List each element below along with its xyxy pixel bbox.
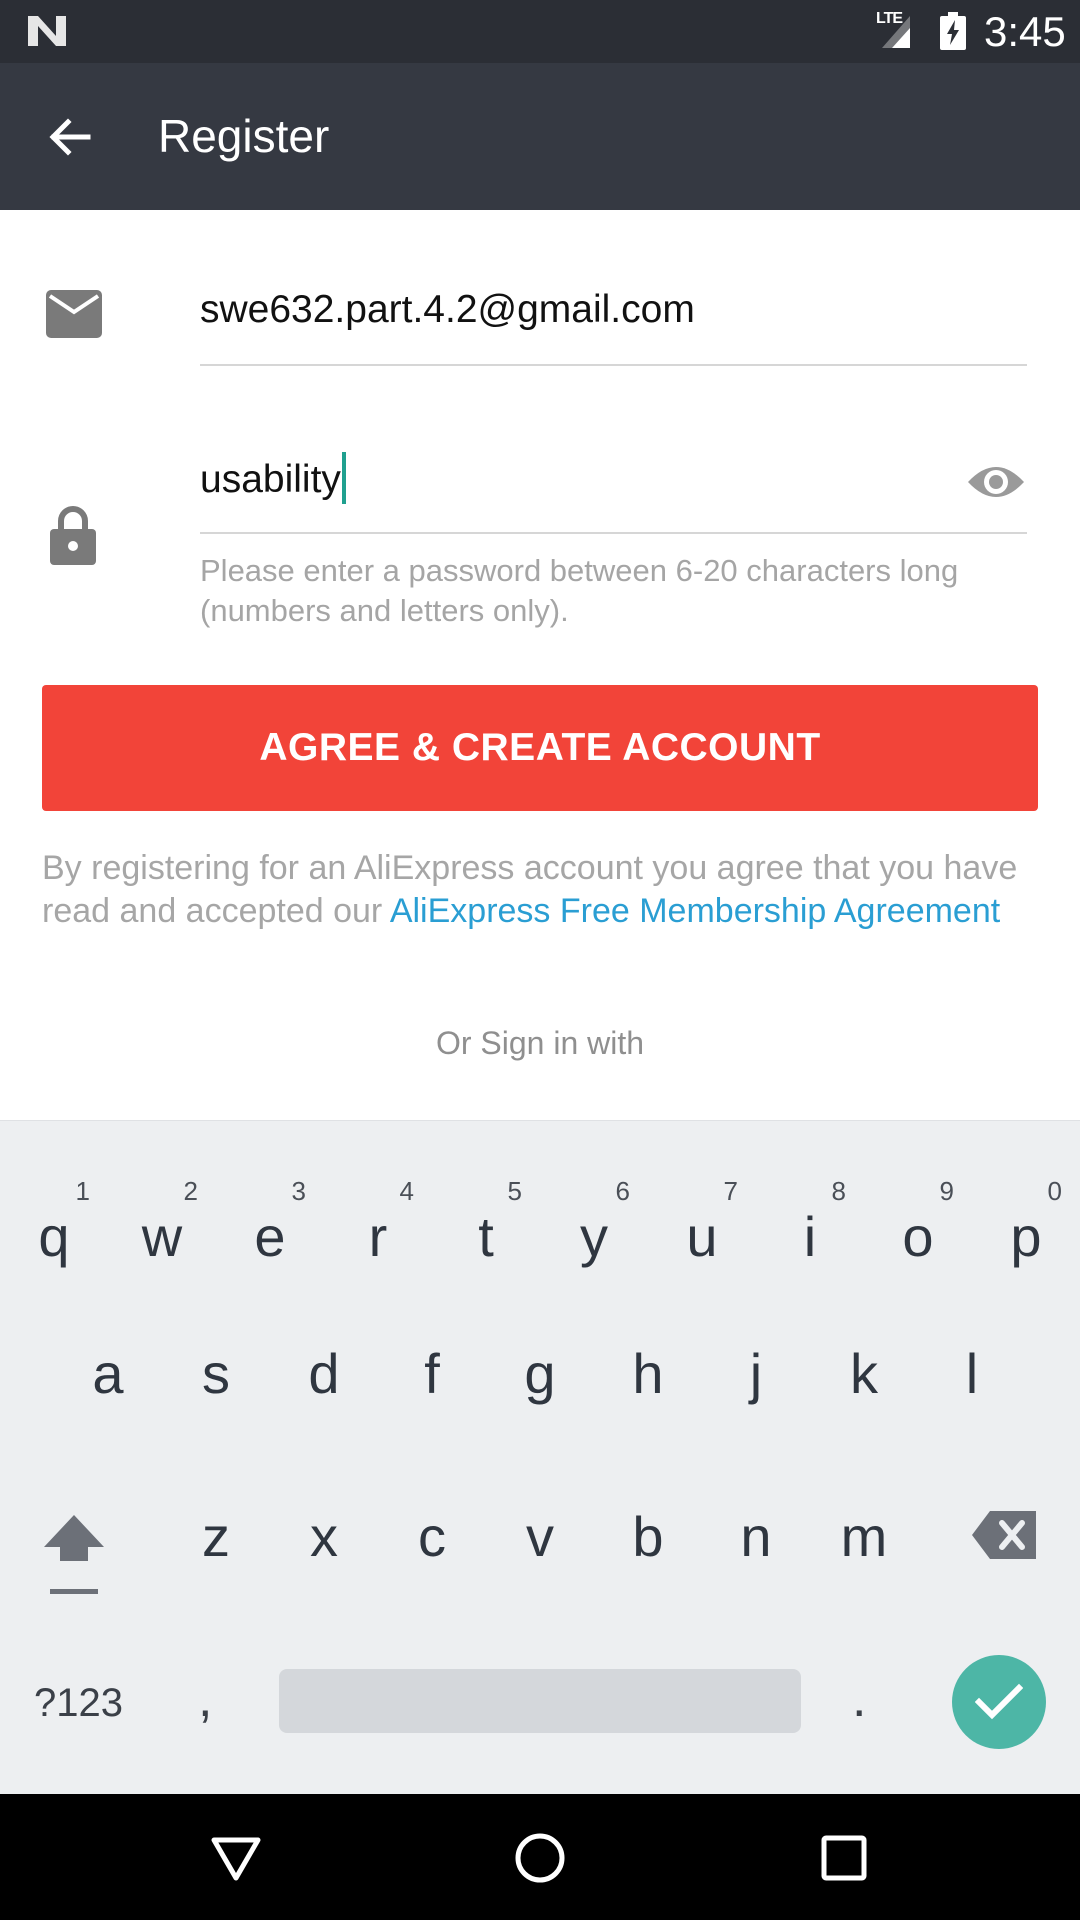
key-number-hint: 2 xyxy=(183,1176,198,1206)
key-number-hint: 6 xyxy=(615,1176,630,1206)
check-icon xyxy=(975,1683,1023,1720)
enter-key[interactable] xyxy=(952,1655,1046,1749)
key-p[interactable]: 0p xyxy=(972,1176,1080,1286)
key-number-hint: 7 xyxy=(723,1176,738,1206)
key-letter: i xyxy=(803,1205,817,1268)
key-d[interactable]: d xyxy=(270,1341,378,1406)
key-o[interactable]: 9o xyxy=(864,1176,972,1286)
key-letter: r xyxy=(368,1205,388,1268)
nav-home-icon[interactable] xyxy=(510,1828,570,1888)
key-e[interactable]: 3e xyxy=(216,1176,324,1286)
arrow-back-icon[interactable] xyxy=(44,111,96,163)
key-number-hint: 9 xyxy=(939,1176,954,1206)
key-number-hint: 0 xyxy=(1047,1176,1062,1206)
nav-back-icon[interactable] xyxy=(206,1828,266,1888)
key-y[interactable]: 6y xyxy=(540,1176,648,1286)
key-v[interactable]: v xyxy=(486,1504,594,1569)
password-hint: Please enter a password between 6-20 cha… xyxy=(200,553,959,628)
soft-keyboard: 1q2w3e4r5t6y7u8i9o0p asdfghjkl zxcvbnm ?… xyxy=(0,1120,1080,1794)
key-i[interactable]: 8i xyxy=(756,1176,864,1286)
key-number-hint: 4 xyxy=(399,1176,414,1206)
key-letter: t xyxy=(478,1205,494,1268)
key-letter: e xyxy=(254,1205,286,1268)
battery-charging-icon xyxy=(940,12,966,50)
spacebar[interactable] xyxy=(279,1669,801,1733)
shift-icon[interactable] xyxy=(42,1509,106,1595)
clock: 3:45 xyxy=(984,8,1066,55)
key-f[interactable]: f xyxy=(378,1341,486,1406)
lock-icon xyxy=(50,506,96,565)
mail-icon xyxy=(46,290,102,338)
comma-key[interactable]: , xyxy=(198,1669,212,1729)
system-nav-bar xyxy=(0,1794,1080,1920)
key-l[interactable]: l xyxy=(918,1341,1026,1406)
email-underline xyxy=(200,364,1027,366)
key-k[interactable]: k xyxy=(810,1341,918,1406)
key-letter: o xyxy=(902,1205,934,1268)
terms-text: By registering for an AliExpress account… xyxy=(42,847,1042,933)
membership-agreement-link[interactable]: AliExpress Free Membership Agreement xyxy=(390,892,1000,930)
password-value: usability xyxy=(200,458,341,501)
text-cursor xyxy=(341,451,346,504)
password-field[interactable]: usability xyxy=(200,451,346,504)
key-n[interactable]: n xyxy=(702,1504,810,1569)
or-sign-in-label: Or Sign in with xyxy=(435,1025,645,1061)
key-u[interactable]: 7u xyxy=(648,1176,756,1286)
key-r[interactable]: 4r xyxy=(324,1176,432,1286)
key-q[interactable]: 1q xyxy=(0,1176,108,1286)
key-w[interactable]: 2w xyxy=(108,1176,216,1286)
key-b[interactable]: b xyxy=(594,1504,702,1569)
page-title: Register xyxy=(158,110,330,162)
key-letter: p xyxy=(1010,1205,1042,1268)
password-underline xyxy=(200,532,1027,534)
key-letter: w xyxy=(141,1205,183,1268)
key-t[interactable]: 5t xyxy=(432,1176,540,1286)
key-h[interactable]: h xyxy=(594,1341,702,1406)
key-s[interactable]: s xyxy=(162,1341,270,1406)
eye-icon[interactable] xyxy=(966,460,1026,504)
key-number-hint: 3 xyxy=(291,1176,306,1206)
key-m[interactable]: m xyxy=(810,1504,918,1569)
key-letter: q xyxy=(38,1205,70,1268)
key-letter: u xyxy=(686,1205,718,1268)
key-g[interactable]: g xyxy=(486,1341,594,1406)
key-c[interactable]: c xyxy=(378,1504,486,1569)
key-number-hint: 5 xyxy=(507,1176,522,1206)
email-field[interactable]: swe632.part.4.2@gmail.com xyxy=(200,288,1027,332)
key-z[interactable]: z xyxy=(162,1504,270,1569)
key-number-hint: 8 xyxy=(831,1176,846,1206)
key-x[interactable]: x xyxy=(270,1504,378,1569)
symbols-key[interactable]: ?123 xyxy=(34,1681,123,1726)
key-number-hint: 1 xyxy=(75,1176,90,1206)
backspace-icon[interactable] xyxy=(972,1511,1036,1559)
app-bar: Register xyxy=(0,63,1080,210)
status-bar: LTE 3:45 xyxy=(0,0,1080,63)
n-logo-icon xyxy=(28,16,66,46)
period-key[interactable]: . xyxy=(852,1669,866,1729)
key-a[interactable]: a xyxy=(54,1341,162,1406)
key-letter: y xyxy=(580,1205,608,1268)
signal-icon xyxy=(882,16,910,48)
key-j[interactable]: j xyxy=(702,1341,810,1406)
nav-recents-icon[interactable] xyxy=(814,1828,874,1888)
agree-create-account-button[interactable]: AGREE & CREATE ACCOUNT xyxy=(42,685,1038,811)
